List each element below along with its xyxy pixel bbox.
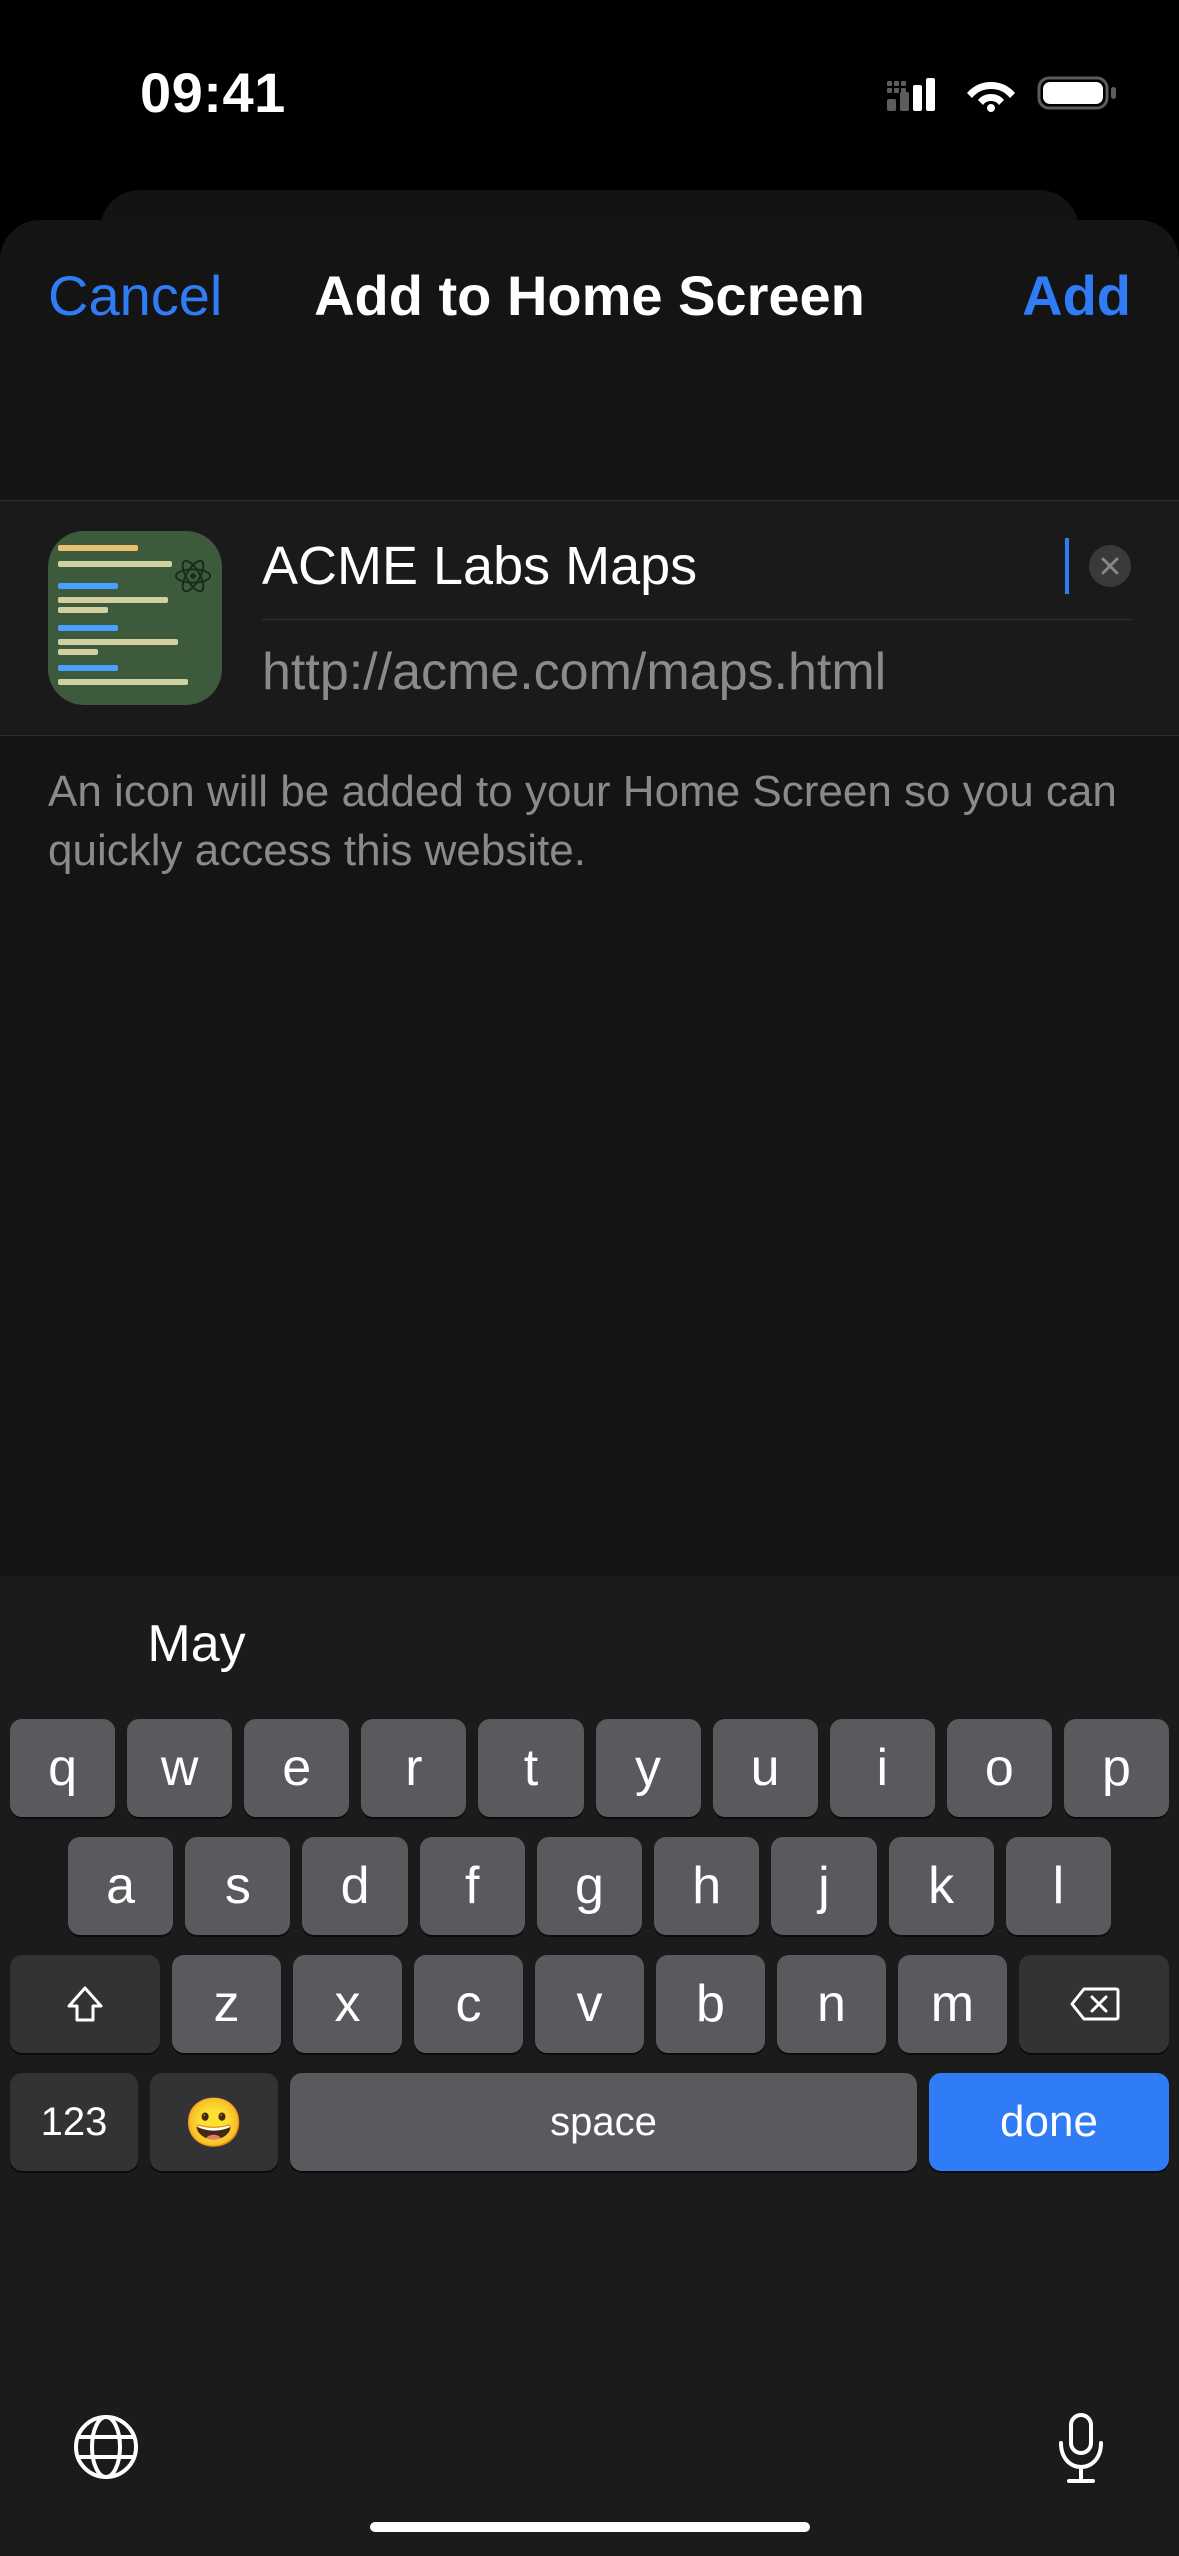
- key-w[interactable]: w: [127, 1719, 232, 1817]
- key-s[interactable]: s: [185, 1837, 290, 1935]
- home-indicator[interactable]: [370, 2522, 810, 2532]
- space-key[interactable]: space: [290, 2073, 917, 2171]
- text-cursor: [1065, 538, 1069, 594]
- key-t[interactable]: t: [478, 1719, 583, 1817]
- key-p[interactable]: p: [1064, 1719, 1169, 1817]
- key-u[interactable]: u: [713, 1719, 818, 1817]
- name-input[interactable]: ACME Labs Maps: [262, 535, 1063, 597]
- status-time: 09:41: [65, 45, 286, 125]
- key-y[interactable]: y: [596, 1719, 701, 1817]
- emoji-key[interactable]: 😀: [150, 2073, 278, 2171]
- status-bar: 09:41: [0, 0, 1179, 170]
- cancel-button[interactable]: Cancel: [48, 220, 222, 370]
- x-icon: [1100, 556, 1120, 576]
- dictation-key[interactable]: [1053, 2411, 1109, 2487]
- key-o[interactable]: o: [947, 1719, 1052, 1817]
- numbers-key[interactable]: 123: [10, 2073, 138, 2171]
- done-key[interactable]: done: [929, 2073, 1169, 2171]
- suggestion-bar: May: [0, 1576, 1179, 1711]
- key-c[interactable]: c: [414, 1955, 523, 2053]
- key-k[interactable]: k: [889, 1837, 994, 1935]
- backspace-icon: [1068, 1985, 1120, 2023]
- emoji-icon: 😀: [184, 2094, 244, 2151]
- key-row-1: q w e r t y u i o p: [10, 1719, 1169, 1817]
- key-j[interactable]: j: [771, 1837, 876, 1935]
- key-l[interactable]: l: [1006, 1837, 1111, 1935]
- suggestion-1[interactable]: May: [0, 1614, 393, 1674]
- keyboard: May q w e r t y u i o p a s d f g: [0, 1576, 1179, 2556]
- key-f[interactable]: f: [420, 1837, 525, 1935]
- shift-key[interactable]: [10, 1955, 160, 2053]
- clear-text-button[interactable]: [1089, 545, 1131, 587]
- globe-icon: [70, 2411, 142, 2483]
- cellular-icon: [887, 75, 945, 111]
- hint-text: An icon will be added to your Home Scree…: [0, 736, 1179, 881]
- key-row-4: 123 😀 space done: [10, 2073, 1169, 2171]
- key-d[interactable]: d: [302, 1837, 407, 1935]
- add-button[interactable]: Add: [1022, 220, 1131, 370]
- key-x[interactable]: x: [293, 1955, 402, 2053]
- key-m[interactable]: m: [898, 1955, 1007, 2053]
- key-e[interactable]: e: [244, 1719, 349, 1817]
- key-row-2: a s d f g h j k l: [10, 1837, 1169, 1935]
- backspace-key[interactable]: [1019, 1955, 1169, 2053]
- key-i[interactable]: i: [830, 1719, 935, 1817]
- wifi-icon: [965, 74, 1017, 112]
- key-z[interactable]: z: [172, 1955, 281, 2053]
- name-field-row[interactable]: ACME Labs Maps: [262, 535, 1131, 620]
- globe-key[interactable]: [70, 2411, 142, 2483]
- key-row-3: z x c v b n m: [10, 1955, 1169, 2053]
- url-label: http://acme.com/maps.html: [262, 642, 1131, 702]
- key-h[interactable]: h: [654, 1837, 759, 1935]
- key-r[interactable]: r: [361, 1719, 466, 1817]
- key-q[interactable]: q: [10, 1719, 115, 1817]
- shift-icon: [63, 1982, 107, 2026]
- website-icon-preview: [48, 531, 222, 705]
- key-v[interactable]: v: [535, 1955, 644, 2053]
- key-b[interactable]: b: [656, 1955, 765, 2053]
- sheet-nav: Cancel Add to Home Screen Add: [0, 220, 1179, 370]
- key-a[interactable]: a: [68, 1837, 173, 1935]
- mic-icon: [1053, 2411, 1109, 2487]
- atom-icon: [174, 557, 212, 595]
- key-n[interactable]: n: [777, 1955, 886, 2053]
- sheet-title: Add to Home Screen: [314, 263, 865, 328]
- battery-icon: [1037, 74, 1119, 112]
- key-g[interactable]: g: [537, 1837, 642, 1935]
- status-indicators: [887, 59, 1119, 112]
- form-block: ACME Labs Maps http://acme.com/maps.html: [0, 500, 1179, 736]
